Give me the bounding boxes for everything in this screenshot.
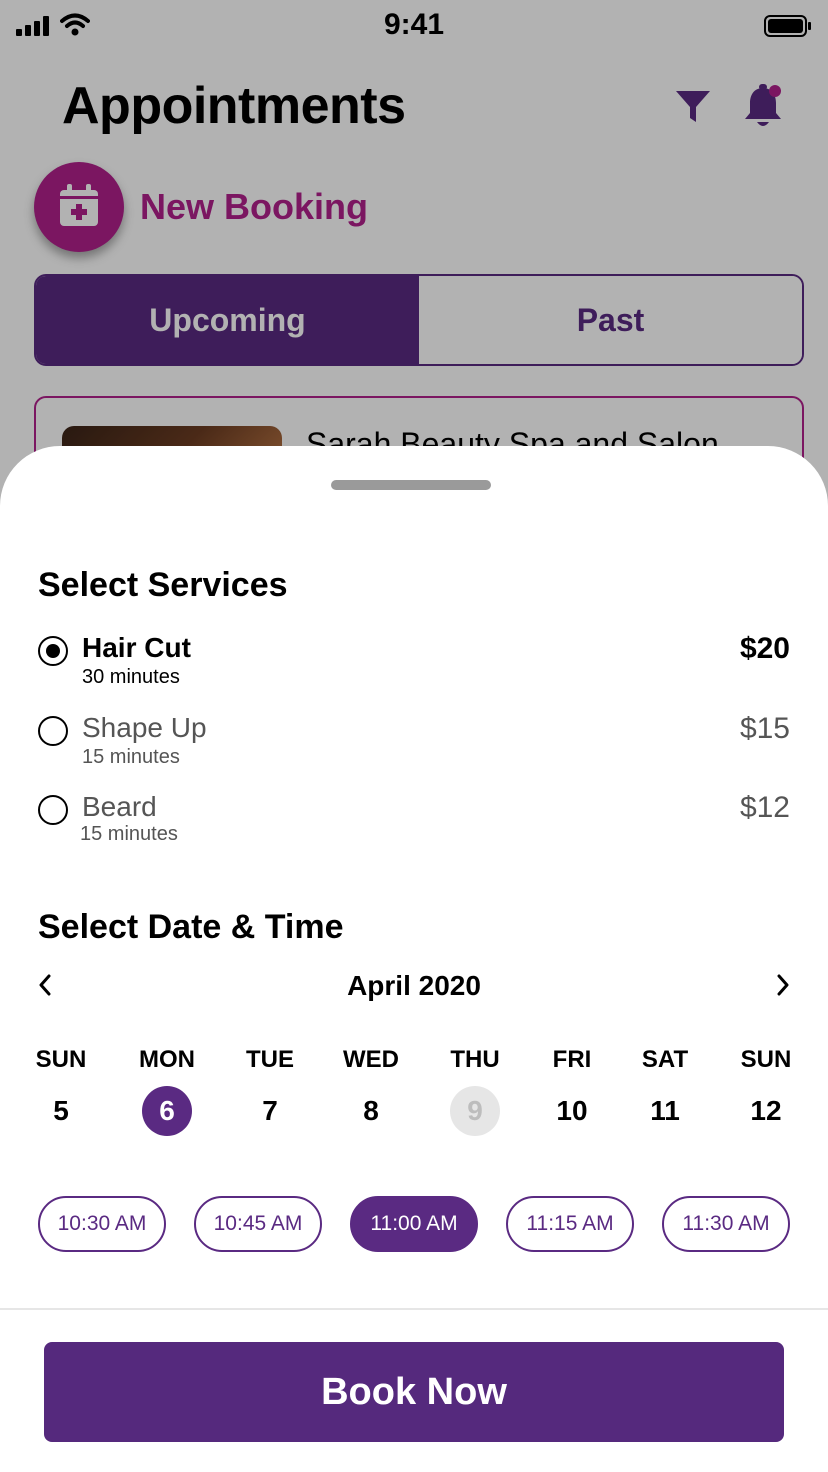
day-name: FRI — [552, 1046, 592, 1073]
service-radio[interactable] — [38, 716, 68, 746]
footer-divider — [0, 1308, 828, 1310]
services-title: Select Services — [38, 566, 288, 604]
month-navigator: April 2020 — [38, 970, 790, 1010]
day-name: MON — [139, 1046, 195, 1073]
time-slot-1100[interactable]: 11:00 AM — [350, 1196, 478, 1252]
book-now-button[interactable]: Book Now — [44, 1342, 784, 1442]
service-name: Shape Up — [82, 712, 207, 743]
day-name: THU — [450, 1046, 500, 1073]
day-name: TUE — [246, 1046, 294, 1073]
day-name: SUN — [35, 1046, 87, 1073]
day-number[interactable]: 7 — [245, 1086, 295, 1136]
service-radio[interactable] — [38, 636, 68, 666]
day-name: WED — [343, 1046, 399, 1073]
service-duration: 15 minutes — [82, 746, 180, 768]
time-slot-1130[interactable]: 11:30 AM — [662, 1196, 790, 1252]
service-radio[interactable] — [38, 795, 68, 825]
day-number: 9 — [450, 1086, 500, 1136]
service-duration: 15 minutes — [80, 823, 178, 845]
time-slot-1115[interactable]: 11:15 AM — [506, 1196, 634, 1252]
month-label: April 2020 — [347, 970, 481, 1001]
service-name: Beard — [82, 791, 157, 822]
sheet-drag-handle[interactable] — [331, 480, 491, 490]
service-name: Hair Cut — [82, 632, 191, 663]
service-price: $12 — [739, 791, 790, 824]
day-number[interactable]: 11 — [640, 1086, 690, 1136]
service-beard[interactable]: Beard 15 minutes $12 — [38, 791, 790, 855]
service-price: $15 — [739, 712, 790, 745]
day-number[interactable]: 5 — [36, 1086, 86, 1136]
service-shape-up[interactable]: Shape Up 15 minutes $15 — [38, 712, 790, 776]
service-price: $20 — [739, 632, 790, 665]
datetime-title: Select Date & Time — [38, 908, 344, 946]
time-slot-1045[interactable]: 10:45 AM — [194, 1196, 322, 1252]
day-number[interactable]: 6 — [142, 1086, 192, 1136]
day-name: SAT — [641, 1046, 689, 1073]
day-number[interactable]: 10 — [547, 1086, 597, 1136]
booking-sheet: Select Services Hair Cut 30 minutes $20 … — [0, 446, 828, 1472]
service-hair-cut[interactable]: Hair Cut 30 minutes $20 — [38, 632, 790, 696]
chevron-right-icon[interactable] — [776, 974, 790, 996]
service-duration: 30 minutes — [82, 666, 180, 688]
day-name: SUN — [740, 1046, 792, 1073]
day-number[interactable]: 8 — [346, 1086, 396, 1136]
day-number[interactable]: 12 — [741, 1086, 791, 1136]
time-slot-1030[interactable]: 10:30 AM — [38, 1196, 166, 1252]
